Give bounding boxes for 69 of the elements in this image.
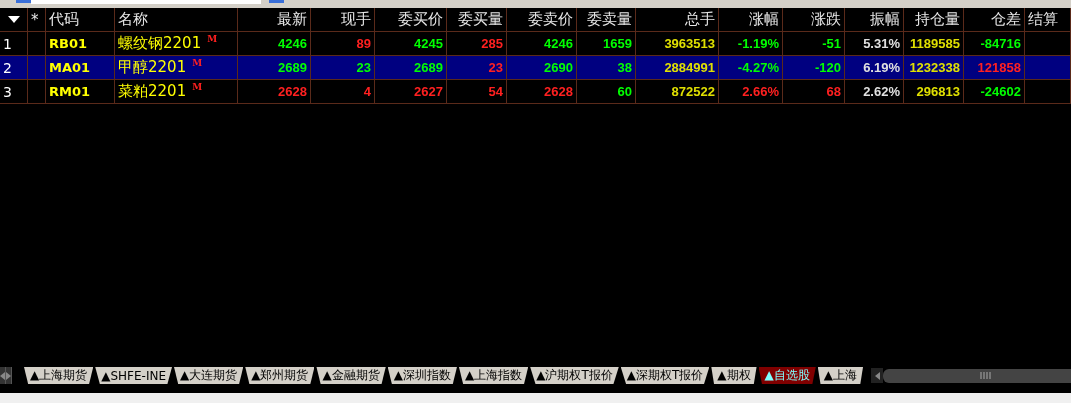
table-cell: 2884991 [664, 60, 715, 75]
table-cell: 2627 [414, 84, 443, 99]
table-cell: 2628 [278, 84, 307, 99]
sheet-tab[interactable]: ▲深期权T报价 [620, 367, 710, 384]
sheet-tab[interactable]: ▲自选股 [758, 367, 816, 384]
caret-icon [7, 16, 20, 23]
row-number: 3 [0, 80, 28, 104]
sheet-tab[interactable]: ▲期权 [711, 367, 757, 384]
horizontal-scrollbar[interactable] [871, 367, 1071, 384]
table-cell: 872522 [671, 84, 715, 99]
table-cell: 121858 [977, 60, 1021, 75]
sheet-tab[interactable]: ▲深圳指数 [387, 367, 457, 384]
table-cell: 23 [356, 60, 371, 75]
table-cell: 89 [356, 36, 371, 51]
table-cell: 4245 [414, 36, 443, 51]
table-cell: -120 [814, 60, 841, 75]
sheet-tab[interactable]: ▲大连期货 [174, 367, 244, 384]
table-cell: 23 [488, 60, 503, 75]
left-arrow-icon [874, 371, 880, 380]
table-cell: -24602 [980, 84, 1021, 99]
sheet-tab[interactable]: ▲郑州期货 [245, 367, 315, 384]
table-cell: RB01 [49, 36, 87, 51]
market-mark: M [207, 34, 218, 44]
table-cell: RM01 [49, 84, 91, 99]
table-cell: 60 [617, 84, 632, 99]
sheet-tab[interactable]: ▲上海指数 [458, 367, 529, 384]
table-cell: -84716 [980, 36, 1021, 51]
table-cell: 1659 [603, 36, 632, 51]
market-mark: M [192, 82, 203, 92]
table-row[interactable]: 2 MA01 甲醇2201 M 2689 23 2689 23 2690 38 2884991 -4.27% -120 6.19% 1232338 121858 [0, 56, 1071, 80]
table-cell: 1189585 [910, 36, 960, 51]
table-cell: 68 [826, 84, 841, 99]
sheet-tab[interactable]: ▲金融期货 [316, 367, 386, 384]
table-cell: -51 [822, 36, 841, 51]
table-cell: 2690 [544, 60, 573, 75]
scrollbar-thumb[interactable] [883, 368, 1071, 383]
table-cell: 螺纹钢2201 [118, 34, 202, 53]
table-cell: 3963513 [664, 36, 715, 51]
scroll-right-button[interactable] [6, 367, 12, 384]
table-cell: -1.19% [737, 36, 779, 51]
table-cell: 5.31% [863, 36, 900, 51]
market-mark: M [192, 58, 203, 68]
table-cell: 2628 [544, 84, 573, 99]
sheet-tab[interactable]: ▲上海 [817, 367, 863, 384]
table-cell: -4.27% [737, 60, 779, 75]
left-arrow-icon [0, 371, 5, 380]
table-cell: 甲醇2201 [118, 58, 187, 77]
table-cell: 2689 [414, 60, 443, 75]
table-row[interactable]: 3 RM01 菜粕2201 M 2628 4 2627 54 2628 60 872522 2.66% 68 2.62% 296813 -24602 [0, 80, 1071, 104]
table-cell: 2.66% [742, 84, 779, 99]
table-cell: MA01 [49, 60, 91, 75]
table-cell: 菜粕2201 [118, 82, 187, 101]
table-cell: 38 [617, 60, 632, 75]
sheet-tab[interactable]: ▲上海期货 [24, 367, 94, 384]
sheet-tab[interactable]: ▲SHFE-INE [95, 367, 172, 384]
table-cell: 4246 [278, 36, 307, 51]
table-cell: 296813 [916, 84, 960, 99]
grip-icon [979, 372, 992, 379]
sheet-tab[interactable]: ▲沪期权T报价 [530, 367, 619, 384]
table-cell: 1232338 [909, 60, 960, 75]
table-row[interactable]: 1 RB01 螺纹钢2201 M 4246 89 4245 285 4246 1659 3963513 -1.19% -51 5.31% 1189585 -84716 [0, 32, 1071, 56]
table-cell: 4246 [544, 36, 573, 51]
table-cell: 2.62% [863, 84, 900, 99]
table-cell: 285 [481, 36, 503, 51]
table-cell: 2689 [278, 60, 307, 75]
table-cell: 54 [488, 84, 503, 99]
table-cell: 4 [363, 84, 371, 99]
right-arrow-icon [6, 371, 11, 380]
table-cell: 6.19% [863, 60, 900, 75]
